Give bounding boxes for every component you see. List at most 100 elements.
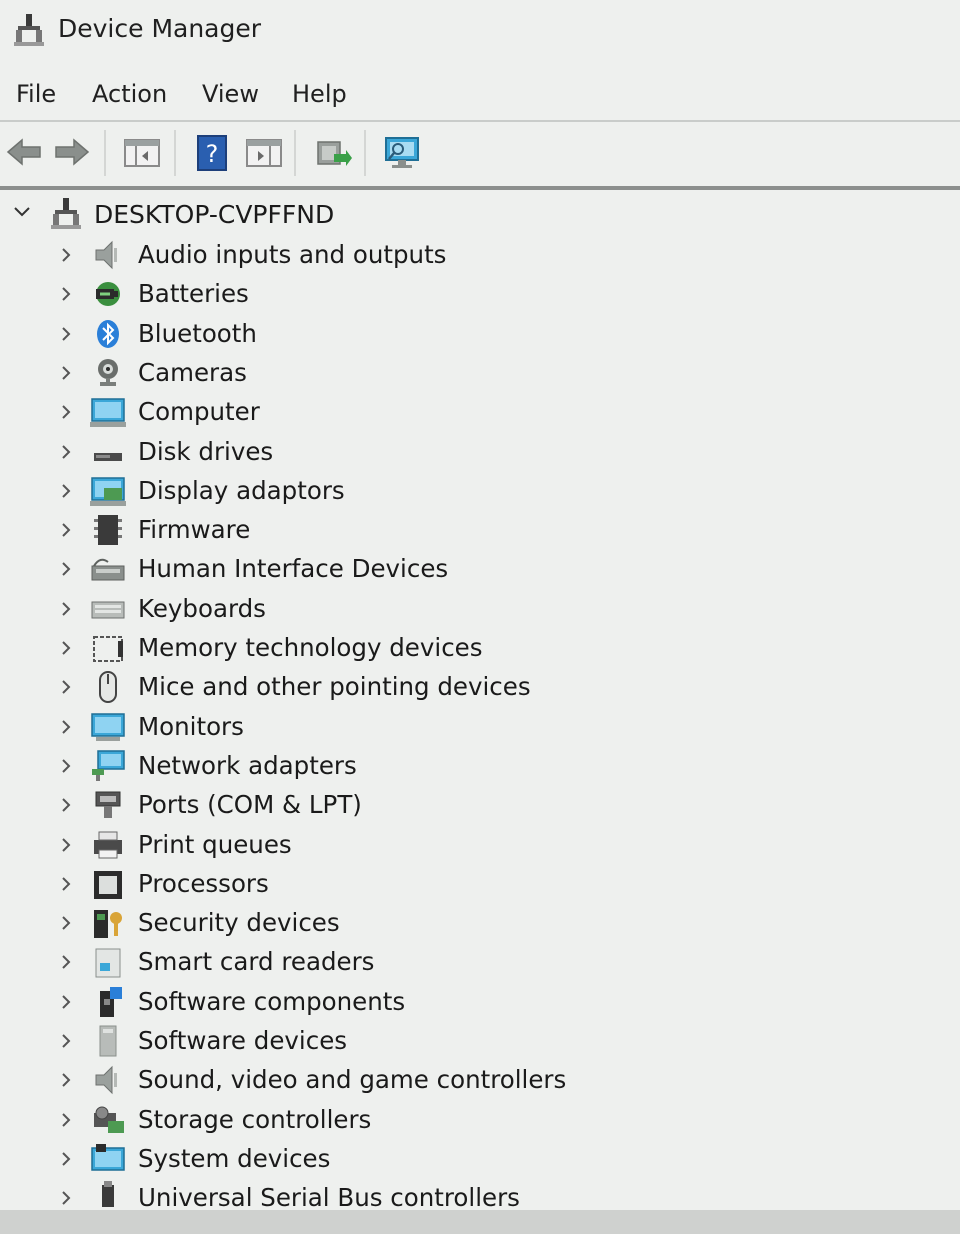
- properties-pane-icon[interactable]: [244, 130, 284, 174]
- back-arrow-icon[interactable]: [4, 130, 44, 174]
- help-icon[interactable]: ?: [192, 130, 232, 174]
- chevron-right-icon[interactable]: [58, 756, 74, 776]
- chevron-right-icon[interactable]: [58, 363, 74, 383]
- tree-category-row[interactable]: Firmware: [0, 511, 960, 549]
- menu-view[interactable]: View: [198, 78, 263, 110]
- tree-category-row[interactable]: Storage controllers: [0, 1101, 960, 1139]
- chevron-right-icon[interactable]: [58, 1149, 74, 1169]
- camera-icon: [98, 359, 118, 386]
- chevron-right-icon[interactable]: [58, 1188, 74, 1208]
- device-tree: DESKTOP-CVPFFND Audio inputs and outputs…: [0, 190, 960, 1210]
- title-bar: Device Manager: [0, 0, 960, 66]
- chevron-right-icon[interactable]: [58, 520, 74, 540]
- chevron-right-icon[interactable]: [58, 913, 74, 933]
- network-adapter-icon: [92, 750, 125, 781]
- chevron-right-icon[interactable]: [58, 795, 74, 815]
- tree-category-label: Audio inputs and outputs: [138, 240, 447, 269]
- chevron-right-icon[interactable]: [58, 284, 74, 304]
- tree-category-row[interactable]: Software components: [0, 983, 960, 1021]
- tree-category-label: Storage controllers: [138, 1105, 372, 1134]
- tree-category-row[interactable]: Mice and other pointing devices: [0, 668, 960, 706]
- toolbar-separator: [174, 130, 176, 176]
- tree-category-row[interactable]: Display adaptors: [0, 472, 960, 510]
- chevron-right-icon[interactable]: [58, 835, 74, 855]
- chevron-right-icon[interactable]: [58, 442, 74, 462]
- chevron-right-icon[interactable]: [58, 1110, 74, 1130]
- system-devices-icon: [91, 1144, 125, 1171]
- storage-controller-icon: [94, 1106, 124, 1133]
- chevron-right-icon[interactable]: [58, 559, 74, 579]
- processor-icon: [94, 871, 122, 899]
- hid-icon: [91, 558, 125, 581]
- computer-icon: [90, 398, 126, 427]
- firmware-icon: [94, 515, 122, 545]
- tree-category-label: Bluetooth: [138, 319, 257, 348]
- mouse-icon: [99, 671, 117, 703]
- chevron-down-icon[interactable]: [12, 202, 32, 222]
- chevron-right-icon[interactable]: [58, 1031, 74, 1051]
- bluetooth-icon: [97, 320, 119, 348]
- chevron-right-icon[interactable]: [58, 402, 74, 422]
- tree-category-row[interactable]: Security devices: [0, 904, 960, 942]
- menu-file[interactable]: File: [12, 78, 60, 110]
- toolbar: ?: [0, 120, 960, 186]
- tree-category-row[interactable]: Human Interface Devices: [0, 550, 960, 588]
- chevron-right-icon[interactable]: [58, 874, 74, 894]
- chevron-right-icon[interactable]: [58, 245, 74, 265]
- tree-category-row[interactable]: Software devices: [0, 1022, 960, 1060]
- tree-category-label: Software devices: [138, 1026, 348, 1055]
- tree-category-label: Batteries: [138, 279, 249, 308]
- tree-root-node[interactable]: DESKTOP-CVPFFND: [0, 194, 960, 234]
- tree-category-row[interactable]: Processors: [0, 865, 960, 903]
- tree-category-row[interactable]: Universal Serial Bus controllers: [0, 1179, 960, 1210]
- tree-category-row[interactable]: Keyboards: [0, 590, 960, 628]
- chevron-right-icon[interactable]: [58, 599, 74, 619]
- memory-icon: [93, 636, 123, 662]
- tree-category-label: Computer: [138, 397, 260, 426]
- tree-category-label: Ports (COM & LPT): [138, 790, 362, 819]
- chevron-right-icon[interactable]: [58, 481, 74, 501]
- show-hide-console-tree-icon[interactable]: [122, 130, 162, 174]
- tree-category-row[interactable]: Disk drives: [0, 433, 960, 471]
- tree-category-row[interactable]: System devices: [0, 1140, 960, 1178]
- tree-category-label: System devices: [138, 1144, 331, 1173]
- tree-category-row[interactable]: Smart card readers: [0, 943, 960, 981]
- tree-category-row[interactable]: Print queues: [0, 826, 960, 864]
- security-device-icon: [94, 910, 122, 938]
- tree-category-label: Universal Serial Bus controllers: [138, 1183, 520, 1210]
- tree-category-row[interactable]: Audio inputs and outputs: [0, 236, 960, 274]
- chevron-right-icon[interactable]: [58, 992, 74, 1012]
- forward-arrow-icon[interactable]: [52, 130, 92, 174]
- scan-hardware-changes-icon[interactable]: [382, 130, 422, 174]
- chevron-right-icon[interactable]: [58, 717, 74, 737]
- tree-category-label: Memory technology devices: [138, 633, 483, 662]
- tree-category-label: Software components: [138, 987, 406, 1016]
- chevron-right-icon[interactable]: [58, 638, 74, 658]
- menu-action[interactable]: Action: [88, 78, 171, 110]
- tree-category-label: Mice and other pointing devices: [138, 672, 531, 701]
- disk-drive-icon: [94, 453, 122, 461]
- tree-category-row[interactable]: Cameras: [0, 354, 960, 392]
- display-adapter-icon: [90, 477, 126, 506]
- tree-category-label: Display adaptors: [138, 476, 345, 505]
- update-driver-icon[interactable]: [312, 130, 352, 174]
- chevron-right-icon[interactable]: [58, 1070, 74, 1090]
- menu-help[interactable]: Help: [288, 78, 351, 110]
- tree-category-row[interactable]: Ports (COM & LPT): [0, 786, 960, 824]
- tree-category-row[interactable]: Memory technology devices: [0, 629, 960, 667]
- tree-category-row[interactable]: Batteries: [0, 275, 960, 313]
- chevron-right-icon[interactable]: [58, 324, 74, 344]
- smart-card-reader-icon: [95, 948, 121, 978]
- tree-category-label: Keyboards: [138, 594, 266, 623]
- chevron-right-icon[interactable]: [58, 952, 74, 972]
- tree-category-row[interactable]: Bluetooth: [0, 315, 960, 353]
- chevron-right-icon[interactable]: [58, 677, 74, 697]
- tree-category-row[interactable]: Computer: [0, 393, 960, 431]
- tree-category-row[interactable]: Monitors: [0, 708, 960, 746]
- port-icon: [95, 791, 121, 818]
- tree-category-label: Print queues: [138, 830, 292, 859]
- tree-category-row[interactable]: Network adapters: [0, 747, 960, 785]
- svg-text:?: ?: [206, 140, 219, 168]
- tree-category-label: Human Interface Devices: [138, 554, 449, 583]
- tree-category-row[interactable]: Sound, video and game controllers: [0, 1061, 960, 1099]
